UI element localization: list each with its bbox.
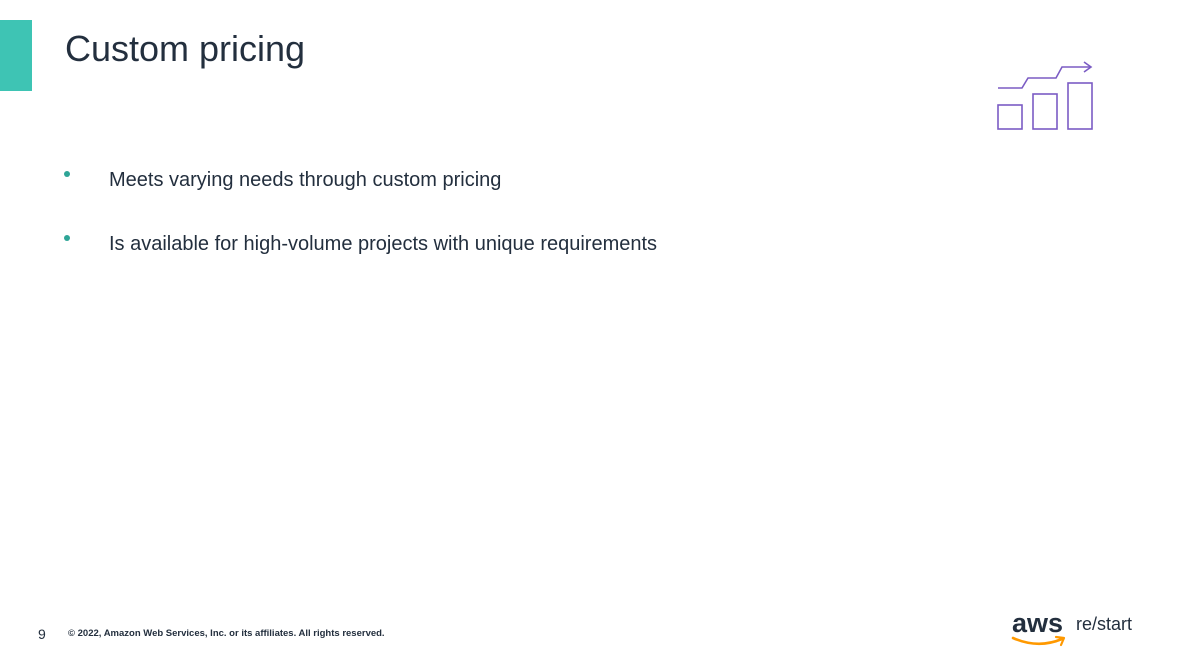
bullet-text: Meets varying needs through custom prici…	[109, 169, 502, 191]
slide-title: Custom pricing	[65, 28, 306, 69]
logo-restart-text: re/start	[1076, 614, 1133, 634]
bullet-dot-icon	[64, 235, 70, 241]
copyright-notice: © 2022, Amazon Web Services, Inc. or its…	[68, 628, 385, 639]
aws-smile-icon	[1011, 635, 1066, 647]
page-number: 9	[38, 626, 46, 642]
aws-restart-logo: aws re/start	[1010, 608, 1140, 652]
title-accent-bar	[0, 20, 32, 91]
growth-bar-chart-icon	[996, 58, 1096, 132]
bullet-text: Is available for high-volume projects wi…	[109, 233, 658, 255]
bullet-dot-icon	[64, 171, 70, 177]
